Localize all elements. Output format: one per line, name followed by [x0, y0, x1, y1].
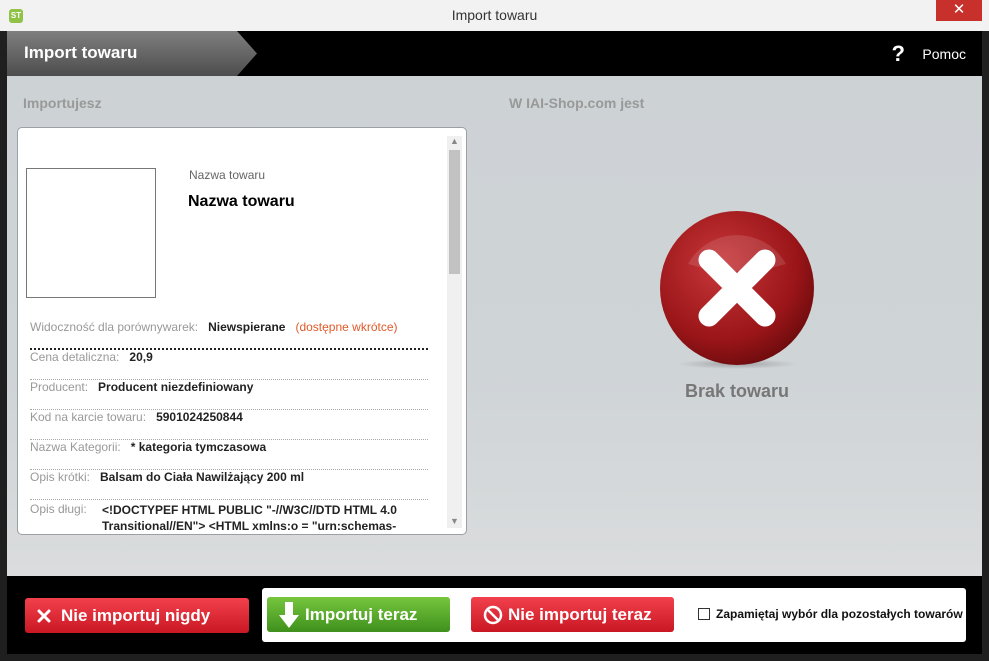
availability-note: (dostępne wkrótce) [295, 320, 398, 334]
row-label: Opis krótki: [30, 470, 91, 484]
row-value: Niewspierane [208, 320, 286, 334]
arrow-down-icon [279, 597, 299, 632]
product-name-caption: Nazwa towaru [189, 168, 266, 182]
row-label: Nazwa Kategorii: [30, 440, 121, 454]
footer-bar: Nie importuj nigdy Importuj teraz Nie im… [7, 576, 982, 654]
product-card: Nazwa towaru Nazwa towaru Widoczność dla… [17, 127, 467, 535]
import-section-title: Importujesz [23, 95, 102, 111]
row-producer: Producent: Producent niezdefiniowany [30, 380, 428, 410]
header-bar: Import towaru ? Pomoc [7, 31, 982, 76]
main-panel: Importujesz W IAI-Shop.com jest Nazwa to… [7, 76, 982, 576]
row-label: Widoczność dla porównywarek: [30, 320, 199, 334]
row-category: Nazwa Kategorii: * kategoria tymczasowa [30, 440, 428, 470]
skip-import-button[interactable]: Nie importuj teraz [471, 597, 674, 632]
import-now-label: Importuj teraz [305, 605, 418, 624]
row-value: 20,9 [129, 350, 153, 364]
row-visibility: Widoczność dla porównywarek: Niewspierane… [30, 320, 428, 350]
row-code: Kod na karcie towaru: 5901024250844 [30, 410, 428, 440]
never-import-label: Nie importuj nigdy [61, 606, 211, 625]
help-icon[interactable]: ? [892, 41, 905, 67]
close-window-button[interactable]: ✕ [936, 0, 982, 21]
never-import-button[interactable]: Nie importuj nigdy [25, 598, 249, 633]
row-label: Producent: [30, 380, 89, 394]
row-value: Producent niezdefiniowany [98, 380, 254, 394]
close-icon [37, 598, 51, 633]
row-label: Kod na karcie towaru: [30, 410, 147, 424]
scroll-down-icon[interactable]: ▼ [447, 514, 462, 528]
window-title: Import towaru [451, 7, 538, 23]
remember-checkbox[interactable] [698, 608, 710, 620]
import-now-button[interactable]: Importuj teraz [267, 597, 450, 632]
page-title: Import towaru [24, 43, 138, 62]
no-entry-icon [483, 597, 503, 632]
action-group: Importuj teraz Nie importuj teraz Zapami… [262, 588, 966, 642]
remember-label: Zapamiętaj wybór dla pozostałych towarów [716, 607, 963, 621]
no-product-icon [658, 209, 816, 379]
scroll-up-icon[interactable]: ▲ [447, 134, 462, 148]
product-name: Nazwa towaru [188, 193, 295, 210]
row-value: Balsam do Ciała Nawilżający 200 ml [100, 470, 305, 484]
row-value: * kategoria tymczasowa [130, 440, 267, 454]
row-label: Opis długi: [30, 502, 87, 516]
product-image-placeholder [26, 168, 156, 298]
row-value: 5901024250844 [156, 410, 243, 424]
header-title-tab: Import towaru [7, 31, 267, 76]
row-short-desc: Opis krótki: Balsam do Ciała Nawilżający … [30, 470, 428, 500]
row-label: Cena detaliczna: [30, 350, 120, 364]
scrollbar-thumb[interactable] [449, 150, 460, 274]
skip-import-label: Nie importuj teraz [508, 605, 652, 624]
shop-section-title: W IAI-Shop.com jest [509, 95, 645, 111]
row-value: <!DOCTYPEF HTML PUBLIC "-//W3C//DTD HTML… [102, 503, 397, 533]
status-text: Brak towaru [684, 381, 790, 401]
row-price: Cena detaliczna: 20,9 [30, 350, 428, 380]
help-link[interactable]: Pomoc [922, 46, 966, 62]
remember-choice[interactable]: Zapamiętaj wybór dla pozostałych towarów [698, 607, 963, 621]
title-bar: ST Import towaru ✕ [0, 0, 989, 31]
